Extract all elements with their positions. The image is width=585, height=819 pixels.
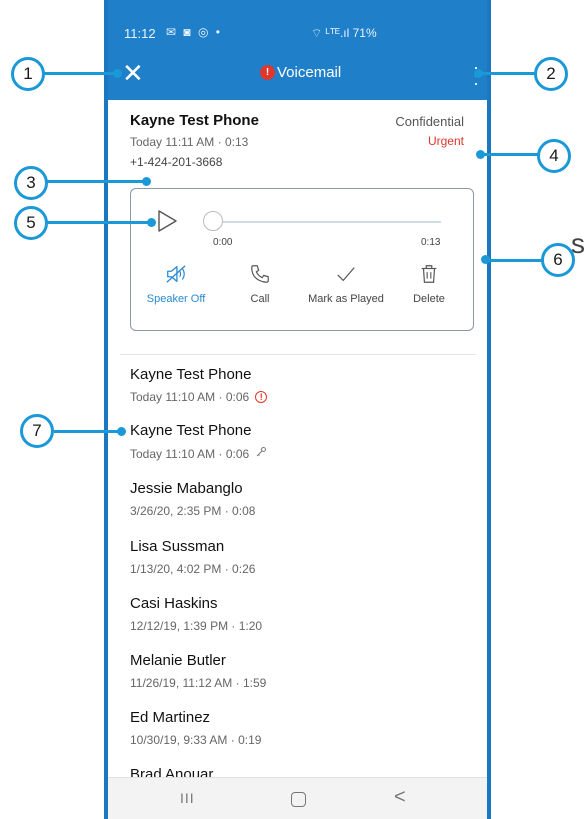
back-icon[interactable]: <: [394, 786, 406, 809]
callout-line: [42, 180, 146, 183]
list-item-name: Ed Martinez: [130, 709, 211, 726]
callout-badge: 7: [20, 414, 54, 448]
callout-badge: 1: [11, 57, 45, 91]
notification-icons: ✉ ◙ ◎ •: [166, 25, 222, 39]
status-bar: 11:12 ✉ ◙ ◎ • ⌔ ᴸᵀᴱ.ıl 71%: [108, 0, 487, 50]
voicemail-meta: Today 11:11 AM · 0:13: [130, 135, 249, 149]
callout-dot: [476, 150, 485, 159]
callout-dot: [142, 177, 151, 186]
list-item[interactable]: Lisa Sussman 1/13/20, 4:02 PM · 0:26: [130, 538, 255, 576]
app-bar-title-group: ! Voicemail: [260, 64, 341, 81]
list-item-meta: Today 11:10 AM · 0:06 !: [130, 390, 268, 404]
close-icon[interactable]: ✕: [122, 60, 144, 86]
callout-badge: 5: [14, 206, 48, 240]
caller-name: Kayne Test Phone: [130, 112, 259, 129]
callout-line: [480, 153, 538, 156]
android-nav-bar: III <: [108, 777, 487, 819]
delete-label: Delete: [413, 293, 445, 305]
list-item-meta: 12/12/19, 1:39 PM · 1:20: [130, 619, 263, 633]
recents-icon[interactable]: III: [180, 790, 195, 806]
total-time: 0:13: [421, 237, 441, 248]
list-item-name: Kayne Test Phone: [130, 366, 252, 383]
speaker-off-button[interactable]: Speaker Off: [131, 261, 221, 305]
list-item-name: Casi Haskins: [130, 595, 218, 612]
callout-dot: [117, 427, 126, 436]
home-icon[interactable]: [291, 792, 306, 807]
list-item[interactable]: Melanie Butler 11/26/19, 11:12 AM · 1:59: [130, 652, 266, 690]
status-time: 11:12: [124, 26, 156, 41]
list-item[interactable]: Ed Martinez 10/30/19, 9:33 AM · 0:19: [130, 709, 261, 747]
callout-line: [40, 72, 118, 75]
phone-screen: 11:12 ✉ ◙ ◎ • ⌔ ᴸᵀᴱ.ıl 71% ✕ ! Voicemail…: [108, 0, 487, 819]
play-icon[interactable]: [155, 209, 179, 238]
callout-line: [54, 430, 122, 433]
list-item[interactable]: Casi Haskins 12/12/19, 1:39 PM · 1:20: [130, 595, 262, 633]
callout-dot: [481, 255, 490, 264]
list-item-name: Lisa Sussman: [130, 538, 225, 555]
voicemail-player: 0:00 0:13 Speaker Off Call Mark as Playe…: [130, 188, 474, 331]
list-item-meta-text: Today 11:10 AM · 0:06: [130, 390, 250, 404]
callout-badge: 2: [534, 57, 568, 91]
callout-badge: 6: [541, 243, 575, 277]
list-item-meta: 1/13/20, 4:02 PM · 0:26: [130, 562, 256, 576]
mark-as-played-button[interactable]: Mark as Played: [301, 261, 391, 305]
list-item-meta: Today 11:10 AM · 0:06: [130, 446, 267, 461]
playback-slider-knob[interactable]: [203, 211, 223, 231]
list-item-meta: 3/26/20, 2:35 PM · 0:08: [130, 504, 256, 518]
divider: [120, 354, 476, 355]
list-item-meta: 10/30/19, 9:33 AM · 0:19: [130, 733, 262, 747]
player-actions: Speaker Off Call Mark as Played Delete: [131, 261, 473, 321]
list-item-meta: 11/26/19, 11:12 AM · 1:59: [130, 676, 267, 690]
callout-line: [42, 221, 152, 224]
list-item[interactable]: Jessie Mabanglo 3/26/20, 2:35 PM · 0:08: [130, 480, 255, 518]
trash-icon: [384, 261, 474, 287]
phone-frame: 11:12 ✉ ◙ ◎ • ⌔ ᴸᵀᴱ.ıl 71% ✕ ! Voicemail…: [104, 0, 491, 819]
voicemail-badge-icon: !: [260, 65, 275, 80]
callout-line: [477, 72, 537, 75]
callout-badge: 3: [14, 166, 48, 200]
list-item-name: Kayne Test Phone: [130, 422, 252, 439]
caller-phone-number[interactable]: +1-424-201-3668: [130, 155, 222, 169]
list-item-name: Melanie Butler: [130, 652, 226, 669]
urgent-label: Urgent: [427, 134, 464, 148]
checkmark-icon: [301, 261, 391, 287]
list-item[interactable]: Kayne Test Phone Today 11:10 AM · 0:06 !: [130, 366, 268, 404]
list-item-meta-text: Today 11:10 AM · 0:06: [130, 446, 250, 461]
callout-dot: [147, 218, 156, 227]
call-label: Call: [250, 293, 270, 305]
call-button[interactable]: Call: [215, 261, 305, 305]
callout-badge: 4: [537, 139, 571, 173]
callout-dot: [474, 69, 483, 78]
confidential-label: Confidential: [395, 114, 464, 129]
mark-as-played-label: Mark as Played: [308, 293, 384, 305]
phone-icon: [215, 261, 305, 287]
list-item[interactable]: Kayne Test Phone Today 11:10 AM · 0:06: [130, 422, 267, 461]
callout-dot: [113, 69, 122, 78]
urgent-icon: !: [255, 391, 268, 403]
speaker-muted-icon: [131, 261, 221, 287]
delete-button[interactable]: Delete: [384, 261, 474, 305]
signal-battery-status: ⌔ ᴸᵀᴱ.ıl 71%: [311, 26, 377, 40]
playback-track[interactable]: [215, 221, 441, 223]
list-item-name: Jessie Mabanglo: [130, 480, 243, 497]
page-title: Voicemail: [277, 64, 342, 81]
app-bar: ✕ ! Voicemail ···: [108, 50, 487, 100]
speaker-off-label: Speaker Off: [146, 293, 206, 305]
elapsed-time: 0:00: [213, 237, 233, 248]
key-icon: [255, 446, 267, 461]
callout-line: [485, 259, 542, 262]
